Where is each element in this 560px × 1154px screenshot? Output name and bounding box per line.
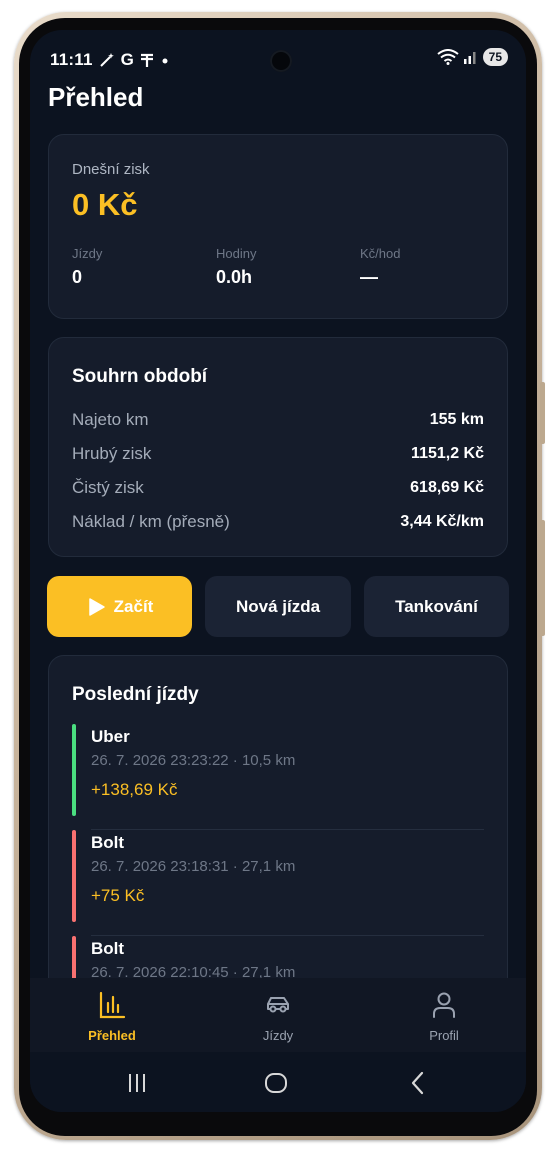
- home-icon[interactable]: [263, 1070, 289, 1096]
- wand-icon: [99, 53, 114, 67]
- ride-amount: +75 Kč: [91, 886, 145, 905]
- bottom-nav: Přehled Jízdy Profil: [30, 978, 526, 1052]
- summary-value: 1151,2 Kč: [411, 445, 484, 462]
- stat-rides: Jízdy 0: [72, 246, 102, 288]
- ride-item[interactable]: Bolt 26. 7. 2026 23:18:31 · 27,1 km +75 …: [72, 830, 484, 936]
- ride-platform-bar: [72, 830, 76, 922]
- nav-label: Přehled: [88, 1028, 136, 1043]
- ride-name: Uber: [91, 727, 130, 746]
- app-screen: 11:11 G 75 Přehled Dnešní zisk 0 Kč Jízd…: [30, 30, 526, 1112]
- signal-icon: [463, 52, 476, 64]
- wifi-icon: [437, 49, 459, 65]
- summary-title: Souhrn období: [72, 366, 208, 387]
- summary-value: 618,69 Kč: [410, 479, 484, 496]
- status-bar: 11:11 G 75: [30, 30, 526, 88]
- power-button: [540, 520, 545, 636]
- stat-value: —: [360, 267, 378, 287]
- dot-icon: [162, 58, 168, 64]
- ride-amount: +138,69 Kč: [91, 780, 178, 799]
- back-icon[interactable]: [408, 1070, 428, 1096]
- recent-title: Poslední jízdy: [72, 684, 199, 705]
- ride-name: Bolt: [91, 939, 125, 958]
- summary-value: 3,44 Kč/km: [400, 513, 484, 530]
- summary-row-net: Čistý zisk 618,69 Kč: [72, 478, 484, 498]
- summary-label: Čistý zisk: [72, 478, 144, 497]
- antenna-icon: [141, 53, 154, 67]
- system-nav-bar: [30, 1052, 526, 1112]
- summary-value: 155 km: [429, 411, 484, 428]
- stat-hours: Hodiny 0.0h: [216, 246, 256, 288]
- nav-label: Jízdy: [262, 1028, 294, 1043]
- start-button[interactable]: Začít: [47, 576, 192, 637]
- stat-rate: Kč/hod —: [360, 246, 400, 288]
- google-icon: G: [120, 50, 135, 69]
- battery-icon: 75: [482, 48, 508, 66]
- ride-item[interactable]: Uber 26. 7. 2026 23:23:22 · 10,5 km +138…: [72, 724, 484, 830]
- ride-name: Bolt: [91, 833, 125, 852]
- car-icon: [267, 997, 289, 1013]
- nav-item-rides[interactable]: Jízdy: [218, 978, 338, 1052]
- nav-item-overview[interactable]: Přehled: [52, 978, 172, 1052]
- refuel-button[interactable]: Tankování: [364, 576, 509, 637]
- start-label: Začít: [113, 596, 154, 616]
- stat-label: Hodiny: [216, 246, 257, 261]
- summary-row-gross: Hrubý zisk 1151,2 Kč: [72, 444, 484, 464]
- status-time: 11:11: [50, 50, 93, 69]
- page-title: Přehled: [48, 82, 144, 112]
- stat-value: 0.0h: [216, 267, 253, 287]
- ride-meta: 26. 7. 2026 23:18:31 · 27,1 km: [91, 858, 296, 875]
- recent-apps-icon[interactable]: [126, 1072, 148, 1094]
- stat-value: 0: [72, 267, 83, 287]
- recent-rides-card: Poslední jízdy Uber 26. 7. 2026 23:23:22…: [48, 655, 508, 1028]
- volume-button: [540, 382, 545, 444]
- summary-label: Hrubý zisk: [72, 444, 152, 463]
- chart-icon: [99, 991, 126, 1019]
- status-right: 75: [437, 48, 508, 66]
- summary-row-cost: Náklad / km (přesně) 3,44 Kč/km: [72, 512, 484, 532]
- ride-platform-bar: [72, 724, 76, 816]
- today-card: Dnešní zisk 0 Kč Jízdy 0 Hodiny 0.0h Kč/…: [48, 134, 508, 319]
- person-icon: [433, 992, 455, 1018]
- summary-row-km: Najeto km 155 km: [72, 410, 484, 430]
- ride-meta: 26. 7. 2026 23:23:22 · 10,5 km: [91, 752, 296, 769]
- front-camera: [270, 50, 292, 72]
- summary-label: Náklad / km (přesně): [72, 512, 230, 531]
- status-left: 11:11 G: [50, 50, 170, 70]
- summary-card: Souhrn období Najeto km 155 km Hrubý zis…: [48, 337, 508, 557]
- new-ride-label: Nová jízda: [235, 596, 321, 616]
- nav-label: Profil: [429, 1028, 459, 1043]
- summary-label: Najeto km: [72, 410, 149, 429]
- today-amount: 0 Kč: [72, 187, 138, 222]
- nav-item-profile[interactable]: Profil: [384, 978, 504, 1052]
- stat-label: Kč/hod: [360, 246, 401, 261]
- refuel-label: Tankování: [395, 596, 478, 616]
- stat-label: Jízdy: [72, 246, 103, 261]
- today-label: Dnešní zisk: [72, 161, 150, 178]
- new-ride-button[interactable]: Nová jízda: [205, 576, 351, 637]
- play-icon: [88, 597, 105, 616]
